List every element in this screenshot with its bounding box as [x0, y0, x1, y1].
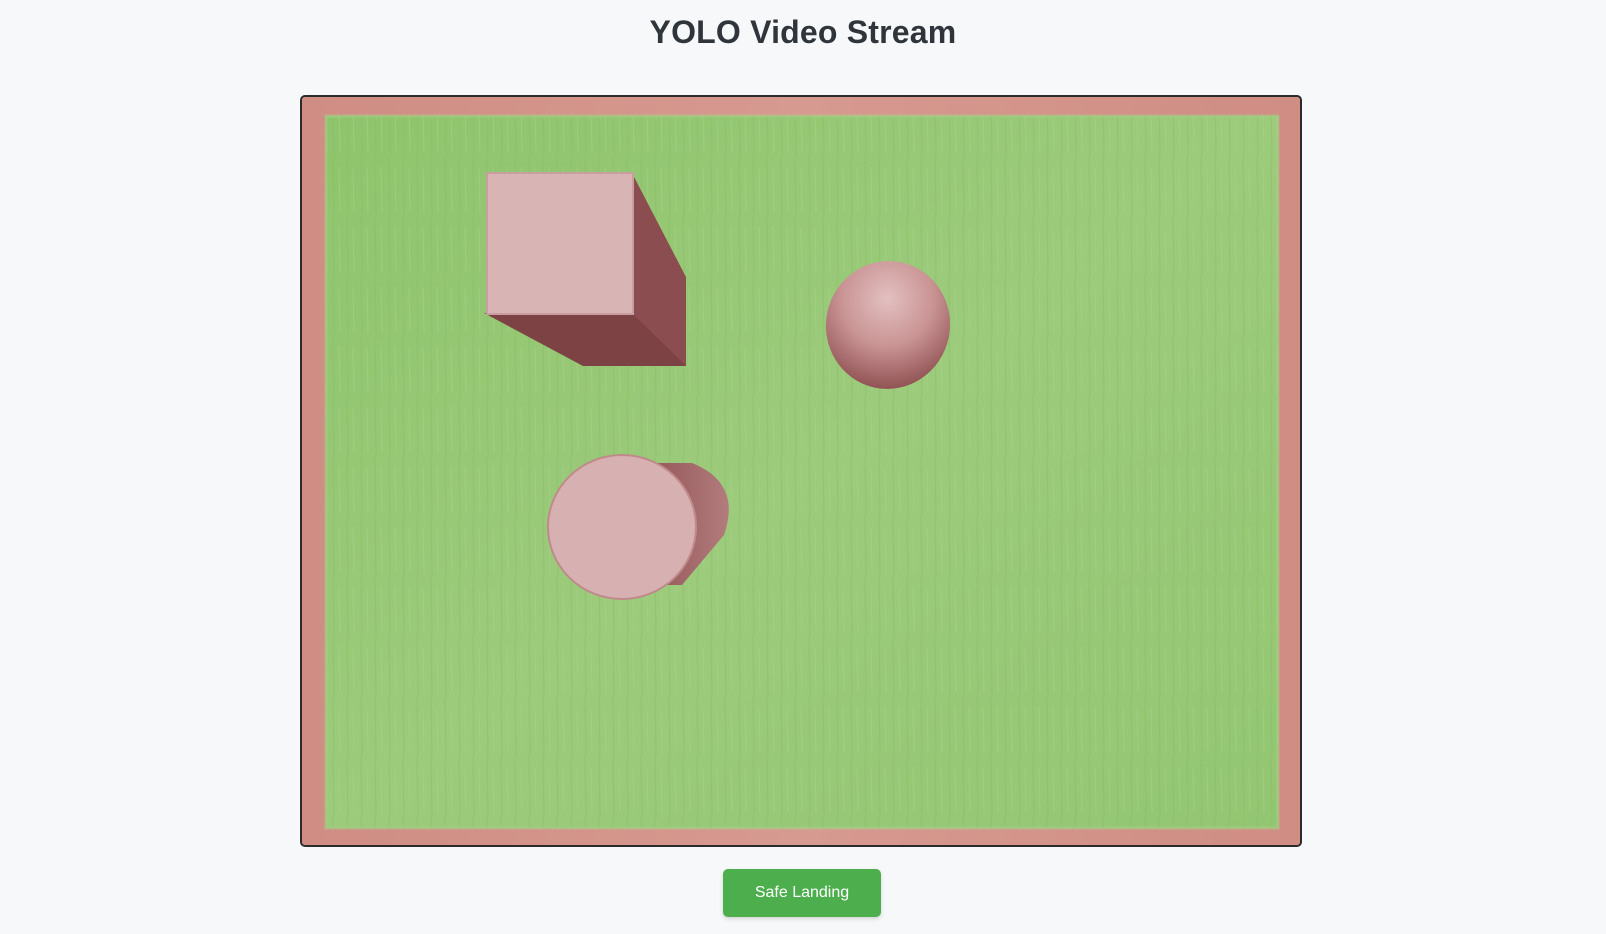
grass-field	[324, 114, 1280, 830]
page-title: YOLO Video Stream	[649, 14, 957, 50]
video-frame-image	[302, 97, 1300, 845]
video-stream	[300, 95, 1302, 847]
page: YOLO Video Stream Safe Landing	[0, 0, 1606, 934]
safe-landing-button[interactable]: Safe Landing	[723, 869, 881, 917]
